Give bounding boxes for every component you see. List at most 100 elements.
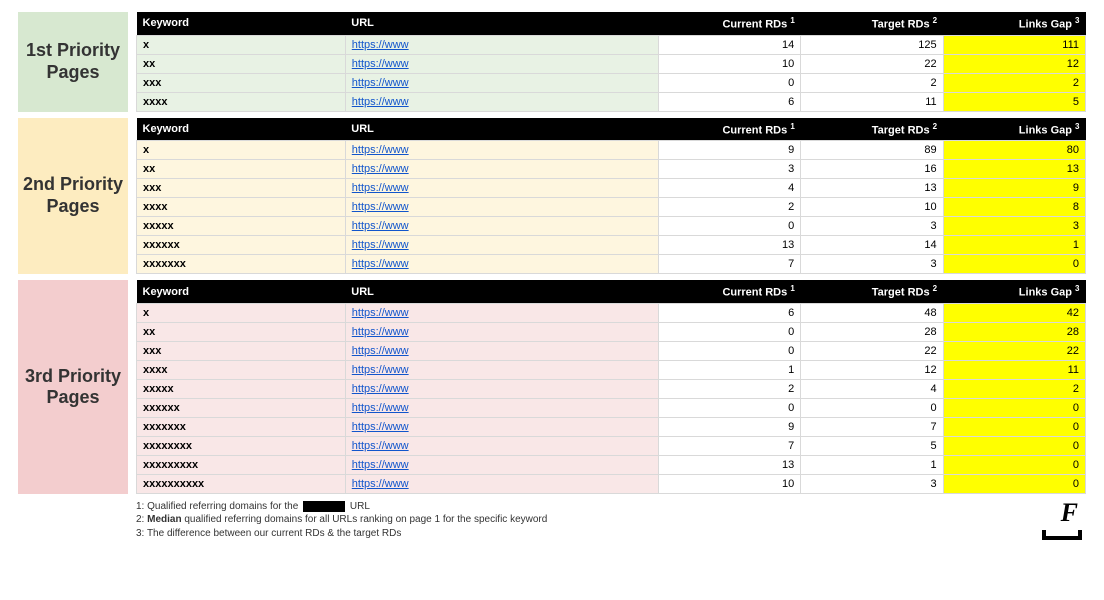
cell-gap: 13 — [943, 160, 1085, 179]
cell-gap: 12 — [943, 54, 1085, 73]
cell-target: 1 — [801, 455, 943, 474]
url-link[interactable]: https://www — [352, 39, 409, 51]
priority-block: 3rd Priority Pages KeywordURLCurrent RDs … — [18, 280, 1086, 494]
cell-gap: 9 — [943, 179, 1085, 198]
cell-url: https://www — [345, 54, 658, 73]
table-row: xxhttps://www02828 — [137, 322, 1086, 341]
url-link[interactable]: https://www — [352, 239, 409, 251]
cell-url: https://www — [345, 92, 658, 111]
url-link[interactable]: https://www — [352, 440, 409, 452]
cell-keyword: xxxx — [137, 198, 346, 217]
table-row: xhttps://www98980 — [137, 141, 1086, 160]
cell-current: 13 — [658, 455, 800, 474]
table-row: xxxxxxxhttps://www730 — [137, 255, 1086, 274]
url-link[interactable]: https://www — [352, 383, 409, 395]
url-link[interactable]: https://www — [352, 459, 409, 471]
url-link[interactable]: https://www — [352, 478, 409, 490]
footnote-2: 2: Median qualified referring domains fo… — [136, 513, 1086, 527]
table-row: xxxxxhttps://www033 — [137, 217, 1086, 236]
cell-url: https://www — [345, 35, 658, 54]
footnote-2-pre: 2: — [136, 514, 147, 525]
table-row: xxxxxxhttps://www13141 — [137, 236, 1086, 255]
cell-target: 10 — [801, 198, 943, 217]
table-row: xxxxxxxxxhttps://www1310 — [137, 455, 1086, 474]
cell-current: 9 — [658, 141, 800, 160]
url-link[interactable]: https://www — [352, 326, 409, 338]
cell-gap: 0 — [943, 436, 1085, 455]
col-current-rds: Current RDs 1 — [658, 12, 800, 35]
col-links-gap-sup: 3 — [1075, 122, 1079, 131]
url-link[interactable]: https://www — [352, 402, 409, 414]
url-link[interactable]: https://www — [352, 220, 409, 232]
table-row: xxxxhttps://www6115 — [137, 92, 1086, 111]
priority-label: 3rd Priority Pages — [18, 280, 128, 494]
url-link[interactable]: https://www — [352, 58, 409, 70]
logo-bracket — [1042, 530, 1082, 540]
col-target-rds: Target RDs 2 — [801, 118, 943, 141]
url-link[interactable]: https://www — [352, 258, 409, 270]
cell-target: 3 — [801, 255, 943, 274]
cell-gap: 1 — [943, 236, 1085, 255]
cell-target: 12 — [801, 360, 943, 379]
col-links-gap: Links Gap 3 — [943, 118, 1085, 141]
priority-block: 1st Priority PagesKeywordURLCurrent RDs … — [18, 12, 1086, 112]
url-link[interactable]: https://www — [352, 144, 409, 156]
table-row: xxx https://www 4139 — [137, 179, 1086, 198]
cell-keyword: x — [137, 35, 346, 54]
cell-url: https://www — [345, 474, 658, 493]
col-links-gap-label: Links Gap — [1019, 19, 1072, 31]
footnote-3: 3: The difference between our current RD… — [136, 527, 1086, 541]
col-keyword: Keyword — [137, 12, 346, 35]
cell-target: 13 — [801, 179, 943, 198]
col-target-rds-label: Target RDs — [872, 19, 930, 31]
cell-url: https://www — [345, 73, 658, 92]
url-link[interactable]: https://www — [352, 77, 409, 89]
url-link[interactable]: https://www — [352, 307, 409, 319]
cell-target: 28 — [801, 322, 943, 341]
cell-keyword: xxx — [137, 179, 346, 198]
priority-block: 2nd Priority PagesKeywordURLCurrent RDs … — [18, 118, 1086, 275]
footnote-2-bold: Median — [147, 514, 181, 525]
url-link[interactable]: https://www — [352, 421, 409, 433]
url-link[interactable]: https://www — [352, 163, 409, 175]
cell-gap: 5 — [943, 92, 1085, 111]
cell-keyword: xxxxxx — [137, 236, 346, 255]
cell-keyword: xxxxxxxxxx — [137, 474, 346, 493]
col-links-gap-label: Links Gap — [1019, 124, 1072, 136]
priority-table: KeywordURLCurrent RDs 1Target RDs 2Links… — [136, 118, 1086, 275]
cell-current: 0 — [658, 322, 800, 341]
redacted-box — [303, 501, 345, 512]
cell-url: https://www — [345, 398, 658, 417]
table-row: xxxhttps://www022 — [137, 73, 1086, 92]
url-link[interactable]: https://www — [352, 364, 409, 376]
cell-url: https://www — [345, 417, 658, 436]
url-link[interactable]: https://www — [352, 96, 409, 108]
col-links-gap-label: Links Gap — [1019, 287, 1072, 299]
table-row: xxxxxxxhttps://www970 — [137, 417, 1086, 436]
table-row: xhttps://www64842 — [137, 303, 1086, 322]
cell-url: https://www — [345, 160, 658, 179]
col-current-rds: Current RDs 1 — [658, 118, 800, 141]
col-current-rds-label: Current RDs — [722, 124, 787, 136]
url-link[interactable]: https://www — [352, 201, 409, 213]
cell-keyword: x — [137, 303, 346, 322]
table-row: xxhttps://www31613 — [137, 160, 1086, 179]
cell-url: https://www — [345, 255, 658, 274]
cell-current: 10 — [658, 474, 800, 493]
table-header-row: KeywordURLCurrent RDs 1Target RDs 2Links… — [137, 280, 1086, 303]
cell-current: 4 — [658, 179, 800, 198]
col-target-rds-sup: 2 — [933, 16, 937, 25]
cell-url: https://www — [345, 141, 658, 160]
cell-current: 0 — [658, 217, 800, 236]
cell-url: https://www — [345, 179, 658, 198]
col-links-gap-sup: 3 — [1075, 16, 1079, 25]
url-link[interactable]: https://www — [352, 182, 409, 194]
cell-keyword: xx — [137, 160, 346, 179]
col-current-rds: Current RDs 1 — [658, 280, 800, 303]
cell-target: 3 — [801, 474, 943, 493]
cell-target: 14 — [801, 236, 943, 255]
cell-gap: 22 — [943, 341, 1085, 360]
cell-keyword: xxxxxxxxx — [137, 455, 346, 474]
url-link[interactable]: https://www — [352, 345, 409, 357]
table-row: xxxhttps://www02222 — [137, 341, 1086, 360]
